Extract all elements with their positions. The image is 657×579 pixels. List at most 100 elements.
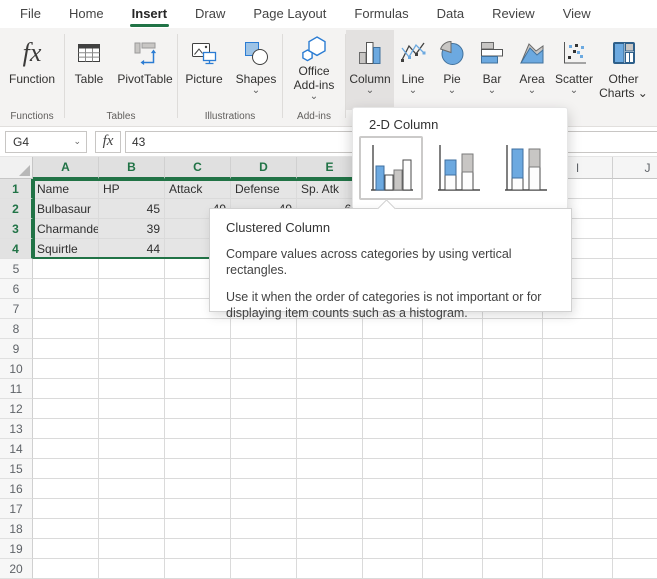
menu-tab-view[interactable]: View [549, 1, 605, 28]
cell-D13[interactable] [231, 419, 297, 439]
cell-F19[interactable] [363, 539, 423, 559]
area-dropdown-chevron[interactable]: ⌄ [528, 86, 536, 98]
cell-A10[interactable] [33, 359, 99, 379]
cell-B9[interactable] [99, 339, 165, 359]
cell-D17[interactable] [231, 499, 297, 519]
cell-F14[interactable] [363, 439, 423, 459]
cell-I8[interactable] [543, 319, 613, 339]
insert-function-button[interactable]: fx [95, 130, 121, 153]
cell-A14[interactable] [33, 439, 99, 459]
row-header-4[interactable]: 4 [0, 239, 33, 259]
cell-J8[interactable] [613, 319, 657, 339]
stacked-column-option[interactable] [426, 136, 490, 200]
table-button[interactable]: Table [65, 30, 113, 110]
menu-tab-page-layout[interactable]: Page Layout [239, 1, 340, 28]
cell-J2[interactable] [613, 199, 657, 219]
cell-J3[interactable] [613, 219, 657, 239]
scatter-chart-button[interactable]: Scatter ⌄ [552, 30, 596, 110]
cell-D16[interactable] [231, 479, 297, 499]
cell-B6[interactable] [99, 279, 165, 299]
cell-C15[interactable] [165, 459, 231, 479]
row-header-19[interactable]: 19 [0, 539, 33, 559]
cell-G10[interactable] [423, 359, 483, 379]
cell-J18[interactable] [613, 519, 657, 539]
cell-C20[interactable] [165, 559, 231, 579]
cell-C9[interactable] [165, 339, 231, 359]
cell-H9[interactable] [483, 339, 543, 359]
row-header-14[interactable]: 14 [0, 439, 33, 459]
cell-E9[interactable] [297, 339, 363, 359]
line-dropdown-chevron[interactable]: ⌄ [409, 86, 417, 98]
cell-H15[interactable] [483, 459, 543, 479]
cell-F12[interactable] [363, 399, 423, 419]
cell-G20[interactable] [423, 559, 483, 579]
menu-tab-data[interactable]: Data [423, 1, 478, 28]
menu-tab-file[interactable]: File [6, 1, 55, 28]
column-header-C[interactable]: C [165, 157, 231, 179]
cell-F11[interactable] [363, 379, 423, 399]
other-charts-button[interactable]: Other Charts ⌄ [596, 30, 651, 110]
100-percent-stacked-column-option[interactable] [493, 136, 557, 200]
cell-A8[interactable] [33, 319, 99, 339]
cell-J15[interactable] [613, 459, 657, 479]
cell-C11[interactable] [165, 379, 231, 399]
office-addins-button[interactable]: Office Add-ins ⌄ [283, 30, 345, 110]
cell-A13[interactable] [33, 419, 99, 439]
shapes-dropdown-chevron[interactable]: ⌄ [252, 86, 260, 98]
cell-D11[interactable] [231, 379, 297, 399]
row-header-15[interactable]: 15 [0, 459, 33, 479]
row-header-16[interactable]: 16 [0, 479, 33, 499]
cell-A2[interactable]: Bulbasaur [33, 199, 99, 219]
cell-H14[interactable] [483, 439, 543, 459]
cell-C18[interactable] [165, 519, 231, 539]
cell-B8[interactable] [99, 319, 165, 339]
cell-C13[interactable] [165, 419, 231, 439]
cell-A16[interactable] [33, 479, 99, 499]
cell-I10[interactable] [543, 359, 613, 379]
cell-E8[interactable] [297, 319, 363, 339]
office-addins-dropdown-chevron[interactable]: ⌄ [310, 92, 318, 104]
cell-B13[interactable] [99, 419, 165, 439]
row-header-17[interactable]: 17 [0, 499, 33, 519]
cell-F9[interactable] [363, 339, 423, 359]
column-header-B[interactable]: B [99, 157, 165, 179]
cell-E12[interactable] [297, 399, 363, 419]
cell-J11[interactable] [613, 379, 657, 399]
cell-A18[interactable] [33, 519, 99, 539]
cell-I16[interactable] [543, 479, 613, 499]
cell-I19[interactable] [543, 539, 613, 559]
cell-D12[interactable] [231, 399, 297, 419]
row-header-3[interactable]: 3 [0, 219, 33, 239]
cell-J19[interactable] [613, 539, 657, 559]
cell-E14[interactable] [297, 439, 363, 459]
cell-E15[interactable] [297, 459, 363, 479]
cell-F10[interactable] [363, 359, 423, 379]
cell-C8[interactable] [165, 319, 231, 339]
cell-B15[interactable] [99, 459, 165, 479]
cell-B2[interactable]: 45 [99, 199, 165, 219]
area-chart-button[interactable]: Area ⌄ [512, 30, 552, 110]
cell-D1[interactable]: Defense [231, 179, 297, 199]
menu-tab-draw[interactable]: Draw [181, 1, 239, 28]
menu-tab-insert[interactable]: Insert [118, 1, 181, 28]
cell-I9[interactable] [543, 339, 613, 359]
cell-E17[interactable] [297, 499, 363, 519]
cell-A1[interactable]: Name [33, 179, 99, 199]
row-header-20[interactable]: 20 [0, 559, 33, 579]
cell-F15[interactable] [363, 459, 423, 479]
cell-J5[interactable] [613, 259, 657, 279]
cell-I20[interactable] [543, 559, 613, 579]
picture-button[interactable]: Picture [178, 30, 230, 110]
row-header-7[interactable]: 7 [0, 299, 33, 319]
cell-A20[interactable] [33, 559, 99, 579]
cell-H13[interactable] [483, 419, 543, 439]
cell-I13[interactable] [543, 419, 613, 439]
cell-C1[interactable]: Attack [165, 179, 231, 199]
cell-H18[interactable] [483, 519, 543, 539]
cell-B5[interactable] [99, 259, 165, 279]
row-header-18[interactable]: 18 [0, 519, 33, 539]
pivottable-button[interactable]: PivotTable [113, 30, 177, 110]
cell-J12[interactable] [613, 399, 657, 419]
cell-F18[interactable] [363, 519, 423, 539]
cell-J17[interactable] [613, 499, 657, 519]
